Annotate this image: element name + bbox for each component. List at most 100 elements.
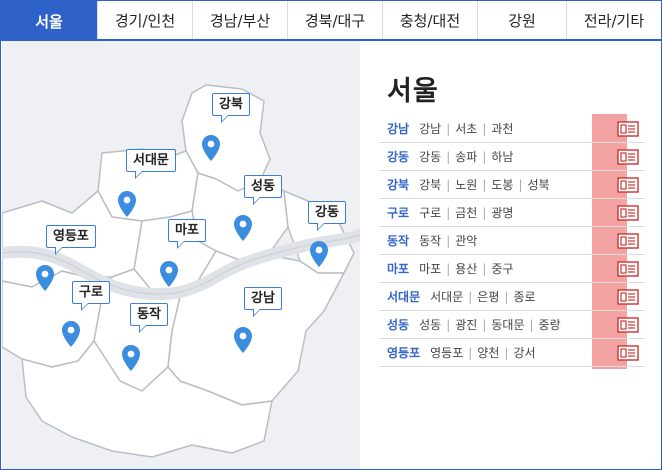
sub-district-link[interactable]: 중랑 [539,316,561,333]
row-key[interactable]: 강남 [387,120,409,137]
region-tabs: 서울 경기/인천 경남/부산 경북/대구 충청/대전 강원 전라/기타 [1,1,661,41]
map-label-gangdong[interactable]: 강동 [308,201,346,231]
tab-jeolla-etc[interactable]: 전라/기타 [566,1,661,39]
separator: | [482,261,487,276]
sub-district-link[interactable]: 영등포 [430,344,463,361]
sub-district-link[interactable]: 성동 [419,316,441,333]
table-row[interactable]: 구로 구로 | 금천 | 광명 [379,199,645,227]
table-row[interactable]: 강남 강남 | 서초 | 과천 [379,115,645,143]
sub-district-link[interactable]: 중구 [491,260,513,277]
sub-district-link[interactable]: 은평 [477,288,499,305]
sub-district-link[interactable]: 구로 [419,204,441,221]
map-label-mapo[interactable]: 마포 [168,219,206,249]
sub-district-link[interactable]: 강남 [419,120,441,137]
newspaper-icon[interactable] [617,233,639,249]
row-key[interactable]: 강북 [387,176,409,193]
table-row[interactable]: 강북 강북 | 노원 | 도봉 | 성북 [379,171,645,199]
map-label-dongjak[interactable]: 동작 [130,303,168,333]
region-panel: 서울 강남 강남 | 서초 | 과천 강동 강동 | 송파 | 하남 강북 강북 | 노원 | 도봉 | 성북 구로 구로… [361,41,661,469]
newspaper-icon[interactable] [617,149,639,165]
separator: | [482,205,487,220]
sub-district-link[interactable]: 광명 [491,204,513,221]
newspaper-icon[interactable] [617,205,639,221]
map-label-guro[interactable]: 구로 [72,281,110,311]
tab-gyeongbuk-daegu[interactable]: 경북/대구 [287,1,382,39]
separator: | [504,289,509,304]
sub-district-link[interactable]: 도봉 [491,176,513,193]
map-pin-icon[interactable] [118,191,136,217]
row-key[interactable]: 마포 [387,260,409,277]
newspaper-icon[interactable] [617,121,639,137]
row-key[interactable]: 구로 [387,204,409,221]
separator: | [446,233,451,248]
map-pin-icon[interactable] [202,135,220,161]
sub-district-link[interactable]: 마포 [419,260,441,277]
newspaper-icon[interactable] [617,177,639,193]
map-pin-icon[interactable] [310,241,328,267]
table-row[interactable]: 성동 성동 | 광진 | 동대문 | 중랑 [379,311,645,339]
map-pin-icon[interactable] [36,265,54,291]
map-pin-icon[interactable] [122,345,140,371]
tab-seoul[interactable]: 서울 [1,1,97,41]
sub-district-link[interactable]: 동작 [419,232,441,249]
newspaper-icon[interactable] [617,317,639,333]
tab-gyeongnam-busan[interactable]: 경남/부산 [192,1,287,39]
map-pin-icon[interactable] [234,327,252,353]
table-row[interactable]: 마포 마포 | 용산 | 중구 [379,255,645,283]
newspaper-icon[interactable] [617,345,639,361]
row-key[interactable]: 동작 [387,232,409,249]
seoul-district-outline [2,84,360,458]
sub-district-link[interactable]: 광진 [455,316,477,333]
map-pin-icon[interactable] [62,321,80,347]
sub-district-link[interactable]: 노원 [455,176,477,193]
sub-district-link[interactable]: 서대문 [430,288,463,305]
row-key[interactable]: 성동 [387,316,409,333]
district-list: 강남 강남 | 서초 | 과천강동 강동 | 송파 | 하남강북 강북 | 노원 | 도봉 | 성북구로 구로 | 금천… [379,115,645,367]
sub-district-link[interactable]: 강서 [513,344,535,361]
map-label-yeongdeungpo[interactable]: 영등포 [46,225,96,255]
separator: | [482,177,487,192]
separator: | [504,345,509,360]
region-title: 서울 [387,76,439,107]
sub-district-link[interactable]: 용산 [455,260,477,277]
table-row[interactable]: 서대문 서대문 | 은평 | 종로 [379,283,645,311]
sub-district-link[interactable]: 금천 [455,204,477,221]
row-key[interactable]: 서대문 [387,288,420,305]
newspaper-icon[interactable] [617,261,639,277]
sub-district-link[interactable]: 종로 [513,288,535,305]
sub-district-link[interactable]: 서초 [455,120,477,137]
sub-district-link[interactable]: 강북 [419,176,441,193]
sub-district-link[interactable]: 성북 [528,176,550,193]
sub-district-link[interactable]: 관악 [455,232,477,249]
sub-district-link[interactable]: 송파 [455,148,477,165]
map-label-seodaemun[interactable]: 서대문 [126,149,176,179]
map-label-gangbuk[interactable]: 강북 [212,93,250,123]
tab-gangwon[interactable]: 강원 [477,1,566,39]
separator: | [446,261,451,276]
separator: | [446,317,451,332]
separator: | [446,205,451,220]
sub-district-link[interactable]: 과천 [491,120,513,137]
table-row[interactable]: 동작 동작 | 관악 [379,227,645,255]
sub-district-link[interactable]: 강동 [419,148,441,165]
row-key[interactable]: 강동 [387,148,409,165]
separator: | [482,317,487,332]
table-row[interactable]: 영등포 영등포 | 양천 | 강서 [379,339,645,367]
sub-district-link[interactable]: 동대문 [491,316,524,333]
map-pin-icon[interactable] [160,261,178,287]
separator: | [518,177,523,192]
map-label-gangnam[interactable]: 강남 [244,287,282,317]
app-frame: 서울 경기/인천 경남/부산 경북/대구 충청/대전 강원 전라/기타 강북 서… [0,0,662,470]
table-row[interactable]: 강동 강동 | 송파 | 하남 [379,143,645,171]
separator: | [468,345,473,360]
tab-gyeonggi-incheon[interactable]: 경기/인천 [97,1,192,39]
map-pin-icon[interactable] [234,215,252,241]
map-label-seongdong[interactable]: 성동 [244,175,282,205]
sub-district-link[interactable]: 양천 [477,344,499,361]
newspaper-icon[interactable] [617,289,639,305]
separator: | [529,317,534,332]
tab-chungcheong-daejeon[interactable]: 충청/대전 [382,1,477,39]
sub-district-link[interactable]: 하남 [491,148,513,165]
row-key[interactable]: 영등포 [387,344,420,361]
separator: | [482,149,487,164]
